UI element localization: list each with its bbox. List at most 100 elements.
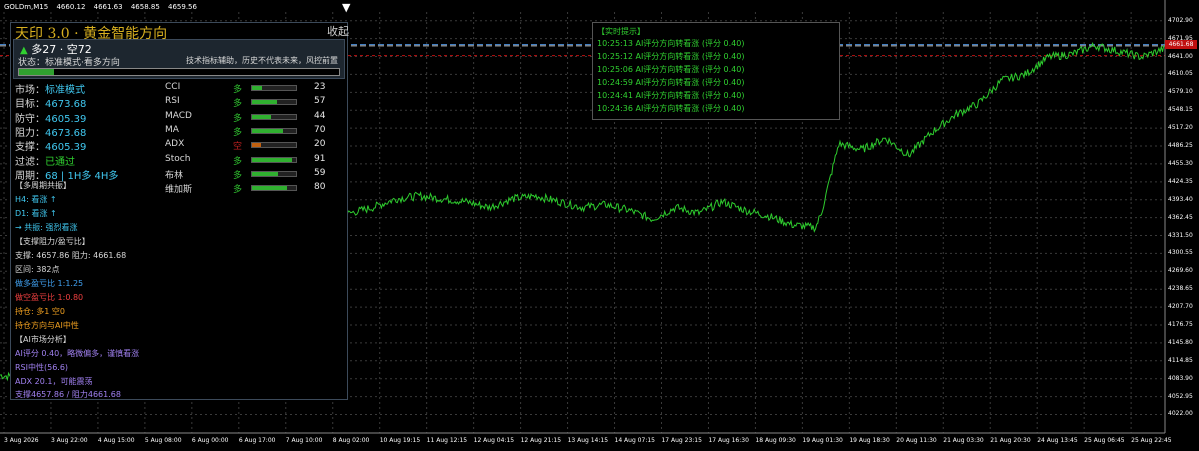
info-row: 目标：4673.68 [15,95,86,110]
main-progress-fill [19,69,55,75]
ai-line: ADX 20.1，可能震荡 [15,377,93,386]
main-progress-bar [18,68,340,76]
x-tick-label: 19 Aug 01:30 [802,437,843,444]
indicator-value: 44 [314,110,326,121]
sr-line: 支撑: 4657.86 阻力: 4661.68 [15,251,127,260]
collapse-button[interactable]: 收起 [327,23,349,39]
indicator-bar [251,85,297,91]
y-tick-label: 4331.50 [1168,231,1193,239]
ai-line: 支撑4657.86 / 阻力4661.68 [15,390,121,399]
info-row: 防守：4605.39 [15,110,86,125]
y-tick-label: 4702.90 [1168,16,1193,24]
x-tick-label: 11 Aug 12:15 [426,437,468,444]
y-tick-label: 4238.65 [1168,285,1193,293]
indicator-direction: 多 [233,85,243,95]
indicator-value: 57 [314,96,326,107]
multi-line: H4: 看涨 ↑ [15,195,57,204]
indicator-bar-fill [252,100,278,105]
y-tick-label: 4269.60 [1168,267,1193,275]
indicator-direction: 多 [233,99,243,110]
info-row: 市场：标准模式 [15,81,85,96]
indicator-bar-fill [252,143,261,148]
indicator-direction: 空 [233,142,243,153]
y-tick-label: 4362.45 [1168,213,1193,221]
indicator-value: 91 [314,153,326,164]
disclaimer-text: 技术指标辅助，历史不代表未来，风控前置 [186,56,338,65]
ohlc-close: 4659.56 [168,3,197,11]
realtime-item: 10:25:13 AI评分方向转看涨 (评分 0.40) [597,39,745,48]
x-tick-label: 5 Aug 08:00 [144,437,182,444]
indicator-name: 维加斯 [165,185,193,196]
ohlc-open: 4660.12 [56,3,86,11]
y-tick-label: 4579.10 [1168,88,1193,96]
indicator-bar [251,142,297,149]
ai-title: 【AI市场分析】 [15,335,71,344]
y-tick-label: 4610.05 [1168,70,1193,78]
info-row: 支撑：4605.39 [15,138,86,153]
indicator-bar [251,156,297,163]
indicator-name: 布林 [165,170,184,181]
rr-short: 做空盈亏比 1:0.80 [15,293,84,302]
x-tick-label: 20 Aug 11:30 [896,437,937,444]
y-tick-label: 4022.00 [1168,410,1193,418]
indicator-bar-fill [252,86,263,90]
indicator-bar-fill [252,171,278,176]
x-tick-label: 7 Aug 10:00 [285,437,323,444]
x-tick-label: 3 Aug 22:00 [50,437,88,444]
ohlc-high: 4661.63 [93,3,123,11]
indicator-bar [251,170,297,177]
indicator-value: 80 [314,182,326,193]
indicator-name: Stoch [165,153,191,164]
realtime-item: 10:24:36 AI评分方向转看涨 (评分 0.40) [597,104,745,113]
y-tick-label: 4641.00 [1168,52,1193,60]
x-tick-label: 12 Aug 04:15 [473,437,515,444]
indicator-name: RSI [165,96,180,107]
y-tick-label: 4455.30 [1168,159,1193,167]
x-tick-label: 10 Aug 19:15 [379,437,421,444]
x-tick-label: 21 Aug 03:30 [943,437,984,444]
indicator-name: ADX [165,139,185,150]
indicator-direction: 多 [233,113,243,124]
y-tick-label: 4548.15 [1168,106,1193,114]
realtime-title: 【实时提示】 [597,27,645,36]
y-tick-label: 4114.85 [1168,356,1193,364]
position-text: 持仓: 多1 空0 [15,307,65,316]
multi-line: D1: 看涨 ↑ [15,209,57,218]
indicator-direction: 多 [233,170,243,181]
y-tick-label: 4145.80 [1168,338,1193,346]
indicator-value: 23 [314,82,326,92]
indicator-bar [251,99,297,106]
chevron-down-icon[interactable]: ▼ [342,1,350,14]
y-tick-label: 4207.70 [1168,303,1193,311]
indicator-name: MA [165,124,179,135]
y-tick-label: 4424.35 [1168,177,1193,185]
indicator-name: MACD [165,110,192,121]
y-tick-label: 4486.25 [1168,142,1193,150]
x-tick-label: 17 Aug 23:15 [661,437,702,444]
y-tick-label: 4517.20 [1168,124,1193,132]
info-row: 过滤：已通过 [15,153,75,168]
x-tick-label: 25 Aug 22:45 [1131,437,1172,444]
multi-title: 【多周期共振】 [15,181,71,190]
x-tick-label: 14 Aug 07:15 [614,437,655,444]
score-header: ▲ 多27 · 空72 状态：标准模式·看多方向 技术指标辅助，历史不代表未来，… [13,39,345,79]
x-tick-label: 17 Aug 16:30 [708,437,749,444]
x-tick-label: 25 Aug 06:45 [1084,437,1125,444]
x-tick-label: 18 Aug 09:30 [755,437,796,444]
indicator-value: 59 [314,167,326,178]
indicator-bar-fill [252,186,288,191]
y-tick-label: 4393.40 [1168,195,1193,203]
current-price-tag: 4661.68 [1165,40,1197,49]
ai-line: AI评分 0.40，略微偏多，谨慎看涨 [15,349,140,358]
realtime-item: 10:25:06 AI评分方向转看涨 (评分 0.40) [597,65,745,74]
y-tick-label: 4052.95 [1168,392,1193,400]
y-tick-label: 4300.55 [1168,249,1193,257]
sr-title: 【支撑阻力/盈亏比】 [15,237,90,246]
realtime-item: 10:25:12 AI评分方向转看涨 (评分 0.40) [597,52,745,61]
ohlc-low: 4658.85 [130,3,160,11]
indicator-bar [251,127,297,134]
indicator-direction: 多 [233,156,243,167]
x-tick-label: 21 Aug 20:30 [990,437,1031,444]
symbol-name: GOLDm,M15 [4,3,49,11]
indicator-name: CCI [165,82,181,92]
